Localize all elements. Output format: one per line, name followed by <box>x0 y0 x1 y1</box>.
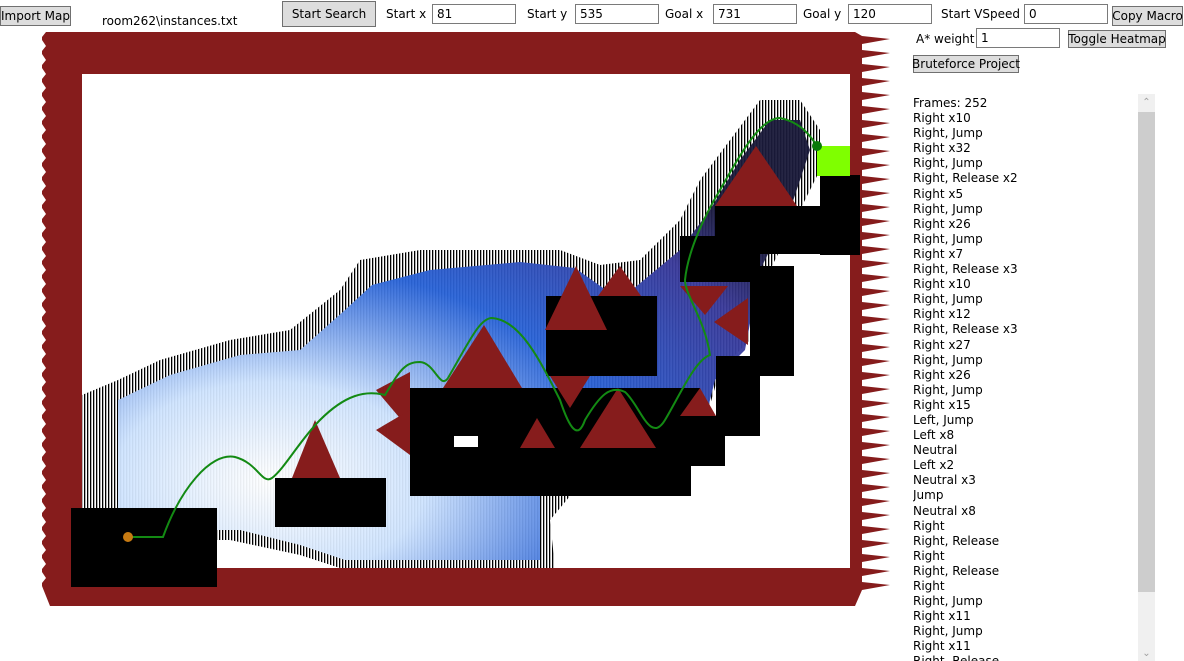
macro-line: Right, Jump <box>913 231 983 246</box>
macro-line: Neutral x8 <box>913 503 976 518</box>
macro-list[interactable]: Frames: 252 Right x10 Right, Jump Right x32… <box>913 96 1133 661</box>
start-x-field[interactable] <box>432 4 516 24</box>
macro-line: Right x32 <box>913 141 971 156</box>
macro-line: Right x12 <box>913 307 971 322</box>
bruteforce-project-button[interactable]: Bruteforce Project <box>912 55 1020 73</box>
macro-line: Right x27 <box>913 337 971 352</box>
macro-line: Right, Release x2 <box>913 171 1018 186</box>
macro-line: Right, Jump <box>913 156 983 171</box>
macro-line: Frames: 252 <box>913 96 988 110</box>
macro-line: Right, Release <box>913 533 1000 548</box>
map-canvas[interactable] <box>0 0 905 661</box>
toggle-heatmap-button[interactable]: Toggle Heatmap <box>1068 30 1166 48</box>
macro-line: Right <box>913 518 945 533</box>
map-file-path: room262\instances.txt <box>102 14 238 28</box>
macro-line: Right x11 <box>913 609 971 624</box>
solid-block <box>172 508 217 538</box>
astar-weight-field[interactable] <box>976 28 1060 48</box>
start-x-label: Start x <box>386 7 427 21</box>
start-vspeed-field[interactable] <box>1024 4 1108 24</box>
solid-block <box>820 175 860 255</box>
import-map-button[interactable]: Import Map <box>0 6 71 26</box>
macro-line: Right x11 <box>913 639 971 654</box>
start-search-button[interactable]: Start Search <box>282 1 376 27</box>
macro-line: Right, Release x3 <box>913 322 1018 337</box>
macro-line: Right, Release x3 <box>913 262 1018 277</box>
macro-line: Right, Jump <box>913 382 983 397</box>
scroll-up-icon[interactable]: ⌃ <box>1138 94 1155 110</box>
macro-line: Right, Jump <box>913 594 983 609</box>
scroll-thumb[interactable] <box>1138 112 1155 592</box>
start-vspeed-label: Start VSpeed <box>941 7 1020 21</box>
goal-zone <box>817 146 850 176</box>
macro-line: Jump <box>913 488 944 503</box>
goal-y-field[interactable] <box>848 4 932 24</box>
macro-line: Right x26 <box>913 216 971 231</box>
solid-block <box>275 478 386 527</box>
macro-line: Right <box>913 579 945 593</box>
start-y-field[interactable] <box>575 4 659 24</box>
macro-line: Right x10 <box>913 277 971 292</box>
macro-line: Neutral x3 <box>913 473 976 488</box>
solid-block <box>610 296 657 336</box>
goal-y-label: Goal y <box>803 7 842 21</box>
scroll-down-icon[interactable]: ⌄ <box>1138 645 1155 661</box>
macro-line: Right, Release <box>913 563 1000 578</box>
astar-weight-label: A* weight <box>916 32 975 46</box>
macro-line: Left, Jump <box>913 412 974 427</box>
macro-line: Right, Jump <box>913 126 983 141</box>
solid-block <box>490 448 691 496</box>
goal-x-field[interactable] <box>713 4 797 24</box>
macro-line: Right x10 <box>913 111 971 126</box>
macro-line: Right <box>913 548 945 563</box>
macro-line: Right, Jump <box>913 352 983 367</box>
start-marker <box>123 532 133 542</box>
gap <box>454 436 478 447</box>
copy-macro-button[interactable]: Copy Macro <box>1112 6 1183 26</box>
macro-line: Left x2 <box>913 458 955 473</box>
macro-line: Right, Jump <box>913 201 983 216</box>
macro-line: Neutral <box>913 443 958 458</box>
goal-x-label: Goal x <box>665 7 704 21</box>
macro-line: Right, Jump <box>913 292 983 307</box>
macro-line: Right x7 <box>913 246 964 261</box>
macro-line: Left x8 <box>913 428 955 443</box>
macro-scrollbar[interactable]: ⌃ ⌄ <box>1138 94 1155 661</box>
macro-line: Right, Jump <box>913 624 983 639</box>
end-marker <box>812 141 822 151</box>
macro-line: Right x5 <box>913 186 964 201</box>
macro-line: Right, Release <box>913 654 1133 661</box>
macro-line: Right x26 <box>913 367 971 382</box>
start-y-label: Start y <box>527 7 568 21</box>
macro-line: Right x15 <box>913 397 971 412</box>
solid-block <box>688 416 725 466</box>
